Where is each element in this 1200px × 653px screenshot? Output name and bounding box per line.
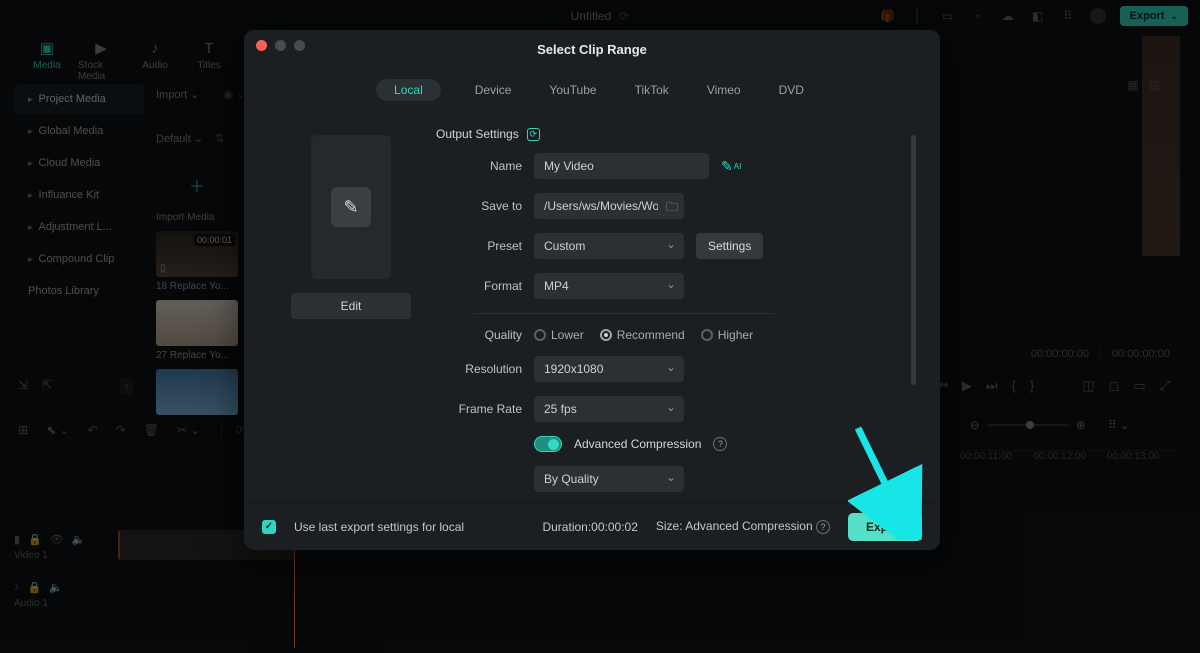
edit-thumbnail-button[interactable]: Edit	[291, 293, 411, 319]
resolution-select[interactable]: 1920x1080	[534, 356, 684, 382]
name-label: Name	[436, 159, 522, 173]
use-last-settings-label: Use last export settings for local	[294, 520, 464, 534]
divider	[474, 313, 774, 314]
size-readout: Size: Advanced Compression ?	[656, 519, 830, 534]
format-select[interactable]: MP4	[534, 273, 684, 299]
minimize-window-button[interactable]	[275, 40, 286, 51]
preset-label: Preset	[436, 239, 522, 253]
preset-select[interactable]: Custom	[534, 233, 684, 259]
tab-dvd[interactable]: DVD	[775, 79, 808, 101]
quality-label: Quality	[436, 328, 522, 342]
output-settings-heading: Output Settings ⟳	[436, 127, 918, 141]
advanced-compression-label: Advanced Compression	[574, 437, 701, 451]
advanced-compression-toggle[interactable]	[534, 436, 562, 452]
quality-higher-radio[interactable]: Higher	[701, 328, 753, 342]
tab-device[interactable]: Device	[471, 79, 516, 101]
pencil-icon: ✎	[331, 187, 371, 227]
saveto-label: Save to	[436, 199, 522, 213]
quality-recommend-radio[interactable]: Recommend	[600, 328, 685, 342]
tab-local[interactable]: Local	[376, 79, 441, 101]
compression-mode-select[interactable]: By Quality	[534, 466, 684, 492]
export-dialog: Select Clip Range Local Device YouTube T…	[244, 30, 940, 550]
quality-lower-radio[interactable]: Lower	[534, 328, 584, 342]
folder-icon[interactable]: 🗀	[666, 198, 678, 219]
export-tabs: Local Device YouTube TikTok Vimeo DVD	[244, 63, 940, 111]
help-icon[interactable]: ?	[713, 437, 727, 451]
resolution-label: Resolution	[436, 362, 522, 376]
dialog-title: Select Clip Range	[244, 30, 940, 63]
tab-youtube[interactable]: YouTube	[545, 79, 600, 101]
refresh-settings-icon[interactable]: ⟳	[527, 128, 540, 141]
close-window-button[interactable]	[256, 40, 267, 51]
export-button[interactable]: Export	[848, 513, 922, 541]
window-controls	[256, 40, 305, 51]
name-input[interactable]	[534, 153, 709, 179]
duration-readout: Duration:00:00:02	[542, 520, 637, 534]
framerate-select[interactable]: 25 fps	[534, 396, 684, 422]
tab-vimeo[interactable]: Vimeo	[703, 79, 745, 101]
use-last-settings-checkbox[interactable]: ✓	[262, 520, 276, 534]
scrollbar[interactable]	[911, 135, 916, 385]
tab-tiktok[interactable]: TikTok	[631, 79, 673, 101]
zoom-window-button[interactable]	[294, 40, 305, 51]
preset-settings-button[interactable]: Settings	[696, 233, 763, 259]
help-icon[interactable]: ?	[816, 520, 830, 534]
ai-rename-icon[interactable]: ✎AI	[721, 158, 741, 175]
format-label: Format	[436, 279, 522, 293]
saveto-input[interactable]	[534, 193, 684, 219]
framerate-label: Frame Rate	[436, 402, 522, 416]
export-thumbnail: ✎	[311, 135, 391, 279]
